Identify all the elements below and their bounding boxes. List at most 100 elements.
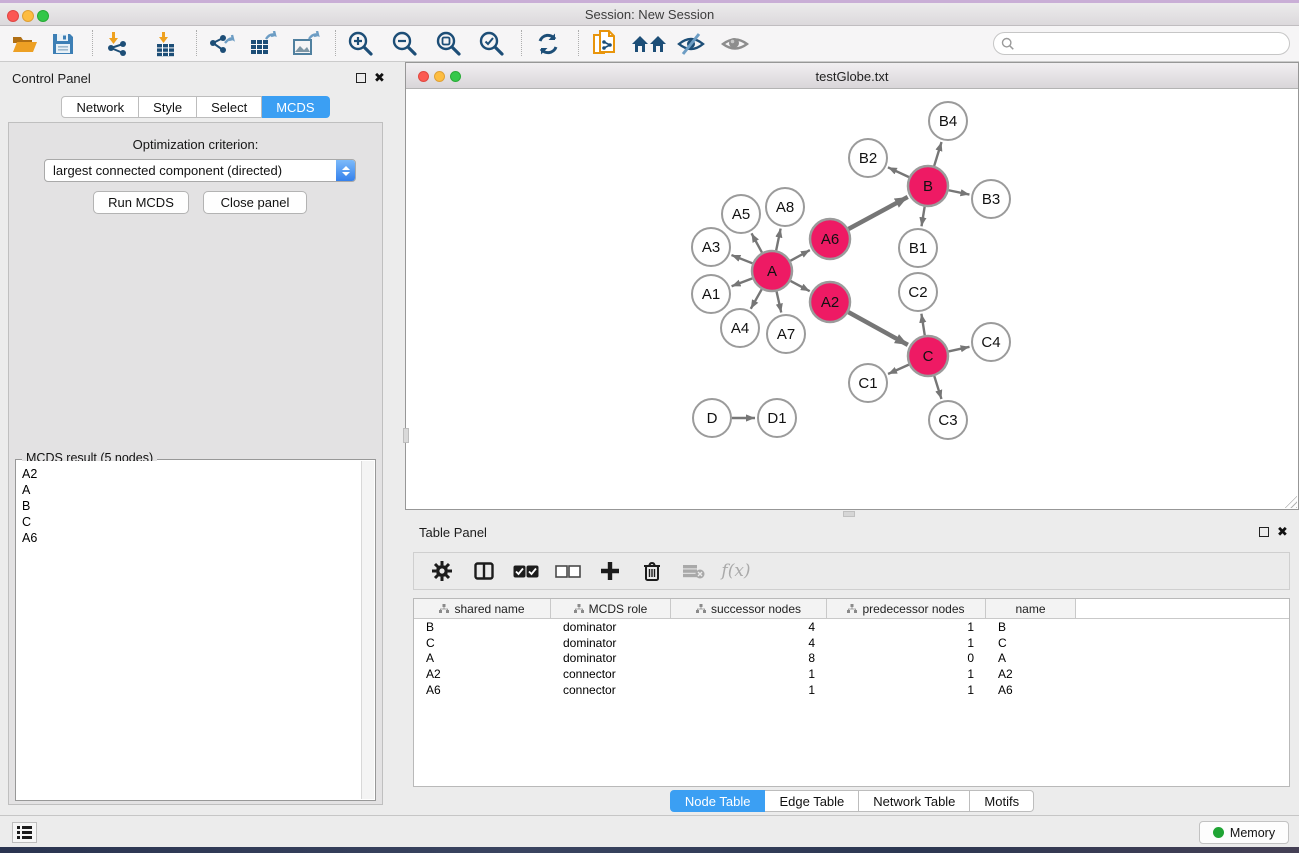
tab-select[interactable]: Select bbox=[197, 96, 262, 118]
graph-edge-B-B2[interactable] bbox=[888, 167, 909, 177]
export-image-button[interactable] bbox=[291, 29, 321, 59]
table-cell[interactable]: 1 bbox=[827, 683, 986, 697]
table-cell[interactable]: 4 bbox=[671, 636, 827, 650]
task-history-button[interactable] bbox=[12, 822, 37, 843]
graph-edge-B-B1[interactable] bbox=[922, 207, 925, 227]
table-cell[interactable]: dominator bbox=[551, 636, 671, 650]
table-cell[interactable]: C bbox=[986, 636, 1076, 650]
graph-edge-C-C1[interactable] bbox=[888, 365, 909, 374]
deselect-all-button[interactable] bbox=[554, 557, 582, 585]
table-cell[interactable]: A2 bbox=[414, 667, 551, 681]
table-row[interactable]: Adominator80A bbox=[414, 651, 1289, 667]
graph-edge-A-A2[interactable] bbox=[791, 281, 810, 291]
column-header-predecessor-nodes[interactable]: predecessor nodes bbox=[827, 599, 986, 618]
column-header-name[interactable]: name bbox=[986, 599, 1076, 618]
zoom-selected-button[interactable] bbox=[477, 29, 507, 59]
clone-network-button[interactable] bbox=[590, 29, 620, 59]
tab-network-table[interactable]: Network Table bbox=[859, 790, 970, 812]
save-session-button[interactable] bbox=[48, 29, 78, 59]
table-cell[interactable]: connector bbox=[551, 667, 671, 681]
table-cell[interactable]: 1 bbox=[827, 667, 986, 681]
zoom-out-button[interactable] bbox=[390, 29, 420, 59]
mcds-list-scrollbar[interactable] bbox=[361, 461, 374, 799]
graph-edge-A6-B[interactable] bbox=[848, 197, 907, 229]
table-cell[interactable]: connector bbox=[551, 683, 671, 697]
export-table-button[interactable] bbox=[248, 29, 278, 59]
table-cell[interactable]: 4 bbox=[671, 620, 827, 634]
graph-edge-C-C4[interactable] bbox=[948, 347, 969, 352]
zoom-fit-button[interactable] bbox=[434, 29, 464, 59]
column-layout-button[interactable] bbox=[470, 557, 498, 585]
table-cell[interactable]: 1 bbox=[827, 636, 986, 650]
import-network-button[interactable] bbox=[102, 29, 132, 59]
hide-selected-button[interactable] bbox=[676, 29, 706, 59]
table-panel-float-button[interactable] bbox=[1259, 527, 1269, 537]
table-cell[interactable]: 1 bbox=[671, 683, 827, 697]
mcds-result-item[interactable]: C bbox=[17, 514, 361, 530]
table-row[interactable]: Cdominator41C bbox=[414, 635, 1289, 651]
graph-edge-C-C3[interactable] bbox=[934, 376, 941, 399]
mcds-result-item[interactable]: A bbox=[17, 482, 361, 498]
criterion-select[interactable]: largest connected component (directed) bbox=[44, 159, 356, 182]
table-cell[interactable]: C bbox=[414, 636, 551, 650]
mcds-result-item[interactable]: A6 bbox=[17, 530, 361, 546]
control-panel-close-button[interactable]: ✖ bbox=[374, 72, 385, 84]
split-pane-handle-bottom[interactable] bbox=[843, 511, 855, 517]
add-column-button[interactable] bbox=[596, 557, 624, 585]
graph-edge-B-B3[interactable] bbox=[949, 190, 970, 194]
table-cell[interactable]: A6 bbox=[986, 683, 1076, 697]
graph-edge-A-A3[interactable] bbox=[731, 255, 752, 263]
network-canvas[interactable]: B4B2B3A8A5A3B1C2A1A4A7C4C1DD1C3BA6AA2C bbox=[406, 89, 1298, 509]
table-cell[interactable]: 8 bbox=[671, 651, 827, 665]
graph-edge-A-A6[interactable] bbox=[790, 250, 809, 261]
table-cell[interactable]: A2 bbox=[986, 667, 1076, 681]
search-input[interactable] bbox=[1019, 35, 1289, 52]
open-session-button[interactable] bbox=[10, 29, 40, 59]
search-field[interactable] bbox=[993, 32, 1290, 55]
home-layouts-button[interactable] bbox=[630, 29, 668, 59]
export-network-button[interactable] bbox=[206, 29, 236, 59]
table-cell[interactable]: B bbox=[414, 620, 551, 634]
mcds-result-item[interactable]: B bbox=[17, 498, 361, 514]
graph-edge-A-A8[interactable] bbox=[776, 229, 780, 251]
tab-network[interactable]: Network bbox=[61, 96, 139, 118]
graph-edge-A2-C[interactable] bbox=[848, 312, 907, 345]
mcds-result-item[interactable]: A2 bbox=[17, 466, 361, 482]
table-cell[interactable]: A bbox=[414, 651, 551, 665]
table-cell[interactable]: A6 bbox=[414, 683, 551, 697]
graph-edge-B-B4[interactable] bbox=[934, 142, 941, 166]
close-panel-button[interactable]: Close panel bbox=[203, 191, 307, 214]
tab-node-table[interactable]: Node Table bbox=[670, 790, 766, 812]
table-cell[interactable]: 1 bbox=[671, 667, 827, 681]
graph-edge-C-C2[interactable] bbox=[921, 314, 924, 336]
table-cell[interactable]: 0 bbox=[827, 651, 986, 665]
run-mcds-button[interactable]: Run MCDS bbox=[93, 191, 189, 214]
column-header-successor-nodes[interactable]: successor nodes bbox=[671, 599, 827, 618]
network-window-titlebar[interactable]: testGlobe.txt bbox=[406, 63, 1298, 89]
control-panel-float-button[interactable] bbox=[356, 73, 366, 83]
tab-motifs[interactable]: Motifs bbox=[970, 790, 1034, 812]
column-header-MCDS-role[interactable]: MCDS role bbox=[551, 599, 671, 618]
table-row[interactable]: A2connector11A2 bbox=[414, 666, 1289, 682]
split-pane-handle-left[interactable] bbox=[403, 428, 409, 443]
tab-mcds[interactable]: MCDS bbox=[262, 96, 329, 118]
tab-style[interactable]: Style bbox=[139, 96, 197, 118]
table-cell[interactable]: 1 bbox=[827, 620, 986, 634]
table-row[interactable]: Bdominator41B bbox=[414, 619, 1289, 635]
table-cell[interactable]: dominator bbox=[551, 651, 671, 665]
column-header-shared-name[interactable]: shared name bbox=[414, 599, 551, 618]
show-all-button[interactable] bbox=[720, 29, 750, 59]
select-all-button[interactable] bbox=[512, 557, 540, 585]
table-cell[interactable]: A bbox=[986, 651, 1076, 665]
zoom-in-button[interactable] bbox=[346, 29, 376, 59]
graph-edge-A-A7[interactable] bbox=[777, 291, 782, 312]
tab-edge-table[interactable]: Edge Table bbox=[765, 790, 859, 812]
graph-edge-A-A4[interactable] bbox=[751, 289, 762, 309]
refresh-layout-button[interactable] bbox=[533, 29, 563, 59]
import-table-button[interactable] bbox=[150, 29, 180, 59]
delete-column-button[interactable] bbox=[638, 557, 666, 585]
table-row[interactable]: A6connector11A6 bbox=[414, 682, 1289, 698]
table-panel-close-button[interactable]: ✖ bbox=[1277, 526, 1288, 538]
graph-edge-A-A5[interactable] bbox=[752, 233, 762, 252]
memory-button[interactable]: Memory bbox=[1199, 821, 1289, 844]
